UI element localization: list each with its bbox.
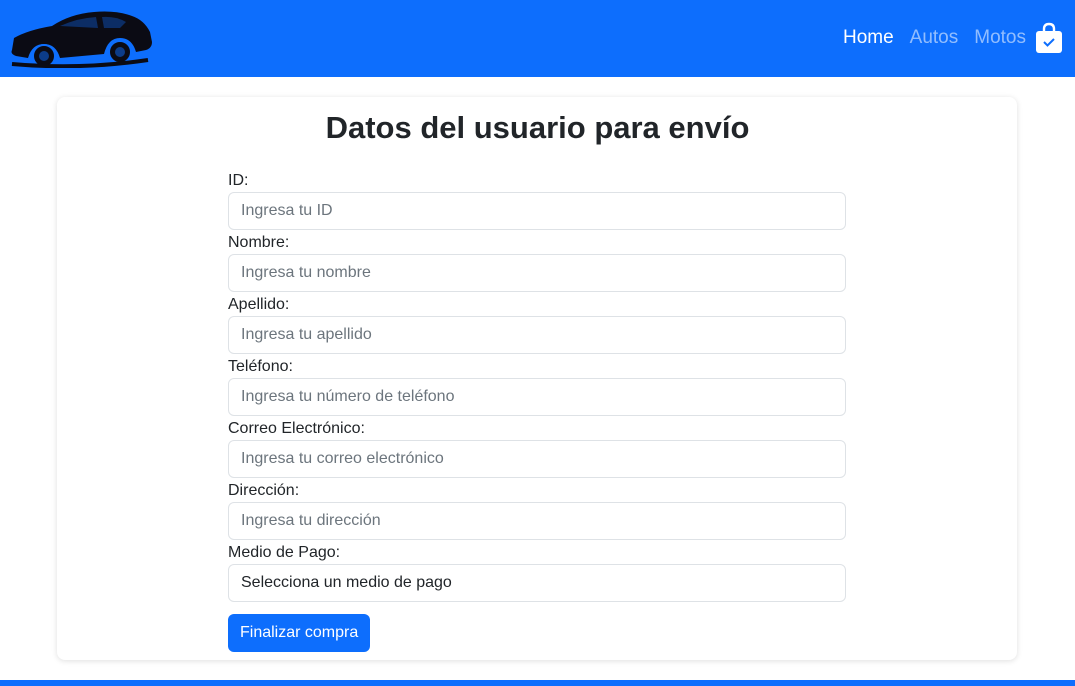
shopping-bag-check-icon[interactable]	[1035, 22, 1063, 54]
nav-link-home[interactable]: Home	[843, 27, 894, 49]
id-label: ID:	[228, 172, 249, 189]
apellido-label: Apellido:	[228, 296, 290, 313]
payment-selected-value: Selecciona un medio de pago	[241, 574, 452, 591]
nav-link-autos[interactable]: Autos	[910, 27, 959, 49]
shipping-form: ID: Nombre: Apellido: Teléfono: Correo E…	[228, 170, 846, 652]
nombre-label: Nombre:	[228, 234, 290, 251]
direccion-input[interactable]	[228, 502, 846, 540]
footer-bar	[0, 680, 1075, 686]
direccion-label: Dirección:	[228, 482, 300, 499]
email-field: Correo Electrónico:	[228, 418, 846, 480]
email-label: Correo Electrónico:	[228, 420, 365, 437]
email-input[interactable]	[228, 440, 846, 478]
direccion-field: Dirección:	[228, 480, 846, 542]
id-input[interactable]	[228, 192, 846, 230]
telefono-label: Teléfono:	[228, 358, 293, 375]
telefono-field: Teléfono:	[228, 356, 846, 418]
payment-field: Medio de Pago: Selecciona un medio de pa…	[228, 542, 846, 604]
payment-method-select[interactable]: Selecciona un medio de pago	[228, 564, 846, 602]
nav-links: Home Autos Motos	[843, 20, 1063, 56]
page-title: Datos del usuario para envío	[325, 110, 750, 145]
nombre-field: Nombre:	[228, 232, 846, 294]
car-logo-icon[interactable]	[8, 8, 152, 68]
nombre-input[interactable]	[228, 254, 846, 292]
apellido-field: Apellido:	[228, 294, 846, 356]
payment-label: Medio de Pago:	[228, 544, 341, 561]
telefono-input[interactable]	[228, 378, 846, 416]
navbar: Home Autos Motos	[0, 0, 1075, 77]
id-field: ID:	[228, 170, 846, 232]
finalizar-compra-button[interactable]: Finalizar compra	[228, 614, 371, 652]
nav-link-motos[interactable]: Motos	[974, 27, 1026, 49]
apellido-input[interactable]	[228, 316, 846, 354]
